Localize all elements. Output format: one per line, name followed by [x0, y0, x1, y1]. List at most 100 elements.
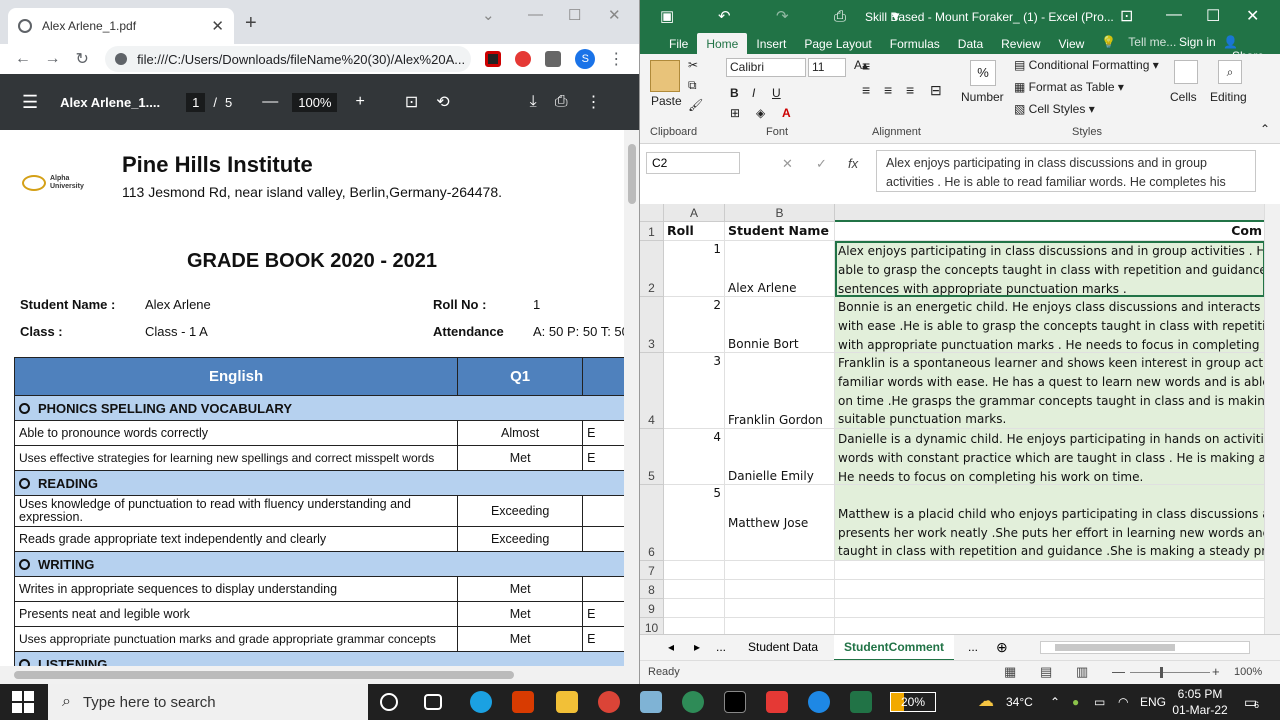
close-window-icon[interactable]: ✕ [608, 6, 621, 24]
app-icon[interactable] [640, 691, 662, 713]
redo-icon[interactable]: ↷ [776, 7, 814, 25]
back-icon[interactable]: ← [8, 50, 38, 68]
temperature[interactable]: 34°C [1006, 684, 1033, 720]
sheet-tab-student-comment[interactable]: StudentComment [834, 635, 954, 661]
zoom-in-icon[interactable]: + [355, 93, 364, 111]
student-name-cell[interactable]: Franklin Gordon [725, 353, 835, 429]
comment-cell[interactable]: Alex enjoys participating in class discu… [835, 241, 1264, 297]
tab-review[interactable]: Review [992, 37, 1049, 54]
sheet-ellipsis-right[interactable]: ... [958, 635, 988, 661]
row-header[interactable]: 3 [640, 297, 664, 353]
number-button[interactable]: Number [961, 90, 1004, 104]
comment-cell[interactable]: Franklin is a spontaneous learner and sh… [835, 353, 1264, 429]
tab-page-layout[interactable]: Page Layout [795, 37, 880, 54]
formula-input[interactable]: Alex enjoys participating in class discu… [876, 150, 1256, 192]
recorder-icon[interactable] [766, 691, 788, 713]
roll-cell[interactable]: 4 [664, 429, 725, 485]
roll-cell[interactable]: 1 [664, 241, 725, 297]
terminal-icon[interactable] [724, 691, 746, 713]
top-align-icon[interactable]: ≡ [862, 58, 870, 74]
hamburger-icon[interactable]: ☰ [22, 92, 38, 113]
more-icon[interactable]: ⋮ [586, 92, 602, 112]
sheet-ellipsis[interactable]: ... [706, 635, 736, 661]
address-bar[interactable]: file:///C:/Users/Downloads/fileName%20(3… [105, 46, 472, 72]
minimize-icon[interactable]: — [1166, 6, 1182, 24]
empty-cell[interactable] [725, 580, 835, 599]
roll-cell[interactable]: 2 [664, 297, 725, 353]
cut-icon[interactable]: ✂ [688, 58, 698, 72]
zoom-level[interactable]: 100% [1234, 666, 1262, 678]
wifi-icon[interactable]: ◠ [1118, 684, 1128, 720]
fill-color-icon[interactable]: ◈ [756, 106, 765, 120]
reload-icon[interactable]: ↻ [67, 49, 97, 69]
wrap-text-icon[interactable]: ⊟ [930, 82, 942, 99]
comment-cell[interactable]: Bonnie is an energetic child. He enjoys … [835, 297, 1264, 353]
profile-avatar[interactable]: S [575, 49, 596, 69]
borders-icon[interactable]: ⊞ [730, 106, 740, 120]
weather-icon[interactable]: ☁ [978, 684, 994, 720]
maximize-icon[interactable]: ☐ [1206, 6, 1220, 26]
row-header[interactable]: 5 [640, 429, 664, 485]
undo-icon[interactable]: ↶ [718, 7, 756, 25]
percent-icon[interactable]: % [970, 60, 996, 86]
browser-tab[interactable]: Alex Arlene_1.pdf ✕ [8, 8, 234, 44]
column-header-c[interactable] [835, 204, 1264, 222]
red-extension-icon[interactable] [515, 51, 532, 67]
close-window-icon[interactable]: ✕ [1246, 6, 1259, 26]
scroll-thumb[interactable] [628, 144, 636, 204]
pdf-vertical-scrollbar[interactable] [624, 130, 639, 666]
download-icon[interactable]: ⤓ [530, 93, 537, 111]
add-sheet-icon[interactable]: ⊕ [986, 635, 1018, 661]
comment-cell[interactable]: Matthew is a placid child who enjoys par… [835, 485, 1264, 561]
tab-view[interactable]: View [1050, 37, 1094, 54]
empty-cell[interactable] [835, 580, 1264, 599]
header-cell-roll[interactable]: Roll No. [664, 222, 725, 241]
ribbon-display-icon[interactable]: ⊡ [1120, 6, 1133, 26]
student-name-cell[interactable]: Alex Arlene [725, 241, 835, 297]
normal-view-icon[interactable]: ▦ [1004, 664, 1016, 680]
format-as-table-button[interactable]: ▦ Format as Table ▾ [1014, 80, 1124, 94]
scroll-thumb[interactable] [1055, 644, 1175, 651]
row-header[interactable]: 6 [640, 485, 664, 561]
task-view-icon[interactable] [424, 694, 442, 710]
cell-styles-button[interactable]: ▧ Cell Styles ▾ [1014, 102, 1095, 116]
underline-button[interactable]: U [772, 86, 781, 100]
student-name-cell[interactable]: Matthew Jose [725, 485, 835, 561]
paste-button[interactable]: Paste [651, 94, 682, 108]
close-tab-icon[interactable]: ✕ [211, 17, 224, 35]
column-header-a[interactable]: A [664, 204, 725, 222]
minimize-icon[interactable]: — [528, 6, 543, 23]
tab-formulas[interactable]: Formulas [881, 37, 949, 54]
align-center-icon[interactable]: ≡ [884, 82, 892, 98]
header-cell-name[interactable]: Student Name [725, 222, 835, 241]
excel-taskbar-icon[interactable] [850, 691, 872, 713]
row-header[interactable]: 9 [640, 599, 664, 618]
empty-cell[interactable] [664, 618, 725, 634]
page-break-view-icon[interactable]: ▥ [1076, 664, 1088, 680]
menu-icon[interactable]: ⋮ [601, 49, 631, 69]
zoom-out-icon[interactable]: — [1112, 664, 1125, 679]
xbox-icon[interactable] [682, 691, 704, 713]
empty-cell[interactable] [664, 561, 725, 580]
empty-cell[interactable] [725, 599, 835, 618]
tab-insert[interactable]: Insert [747, 37, 795, 54]
empty-cell[interactable] [835, 618, 1264, 634]
name-box[interactable]: C2 [646, 152, 740, 174]
battery-widget[interactable]: 20% [890, 692, 936, 712]
record-extension-icon[interactable] [485, 51, 502, 67]
page-layout-view-icon[interactable]: ▤ [1040, 664, 1052, 680]
row-header[interactable]: 7 [640, 561, 664, 580]
prev-sheet-icon[interactable]: ◂ [658, 635, 684, 661]
cells-button[interactable]: Cells [1170, 90, 1197, 104]
font-name-select[interactable]: Calibri [726, 58, 806, 77]
row-header[interactable]: 8 [640, 580, 664, 599]
format-painter-icon[interactable]: 🖌 [688, 98, 703, 112]
sheet-vertical-scrollbar[interactable] [1264, 204, 1280, 634]
save-icon[interactable]: ▣ [660, 7, 698, 25]
sheet-tab-student-data[interactable]: Student Data [738, 635, 828, 661]
enter-icon[interactable]: ✓ [816, 156, 827, 172]
empty-cell[interactable] [725, 561, 835, 580]
worksheet-grid[interactable]: A B 1Roll No.Student NameCom21Alex Arlen… [640, 204, 1264, 634]
empty-cell[interactable] [725, 618, 835, 634]
zoom-slider[interactable] [1130, 672, 1210, 673]
